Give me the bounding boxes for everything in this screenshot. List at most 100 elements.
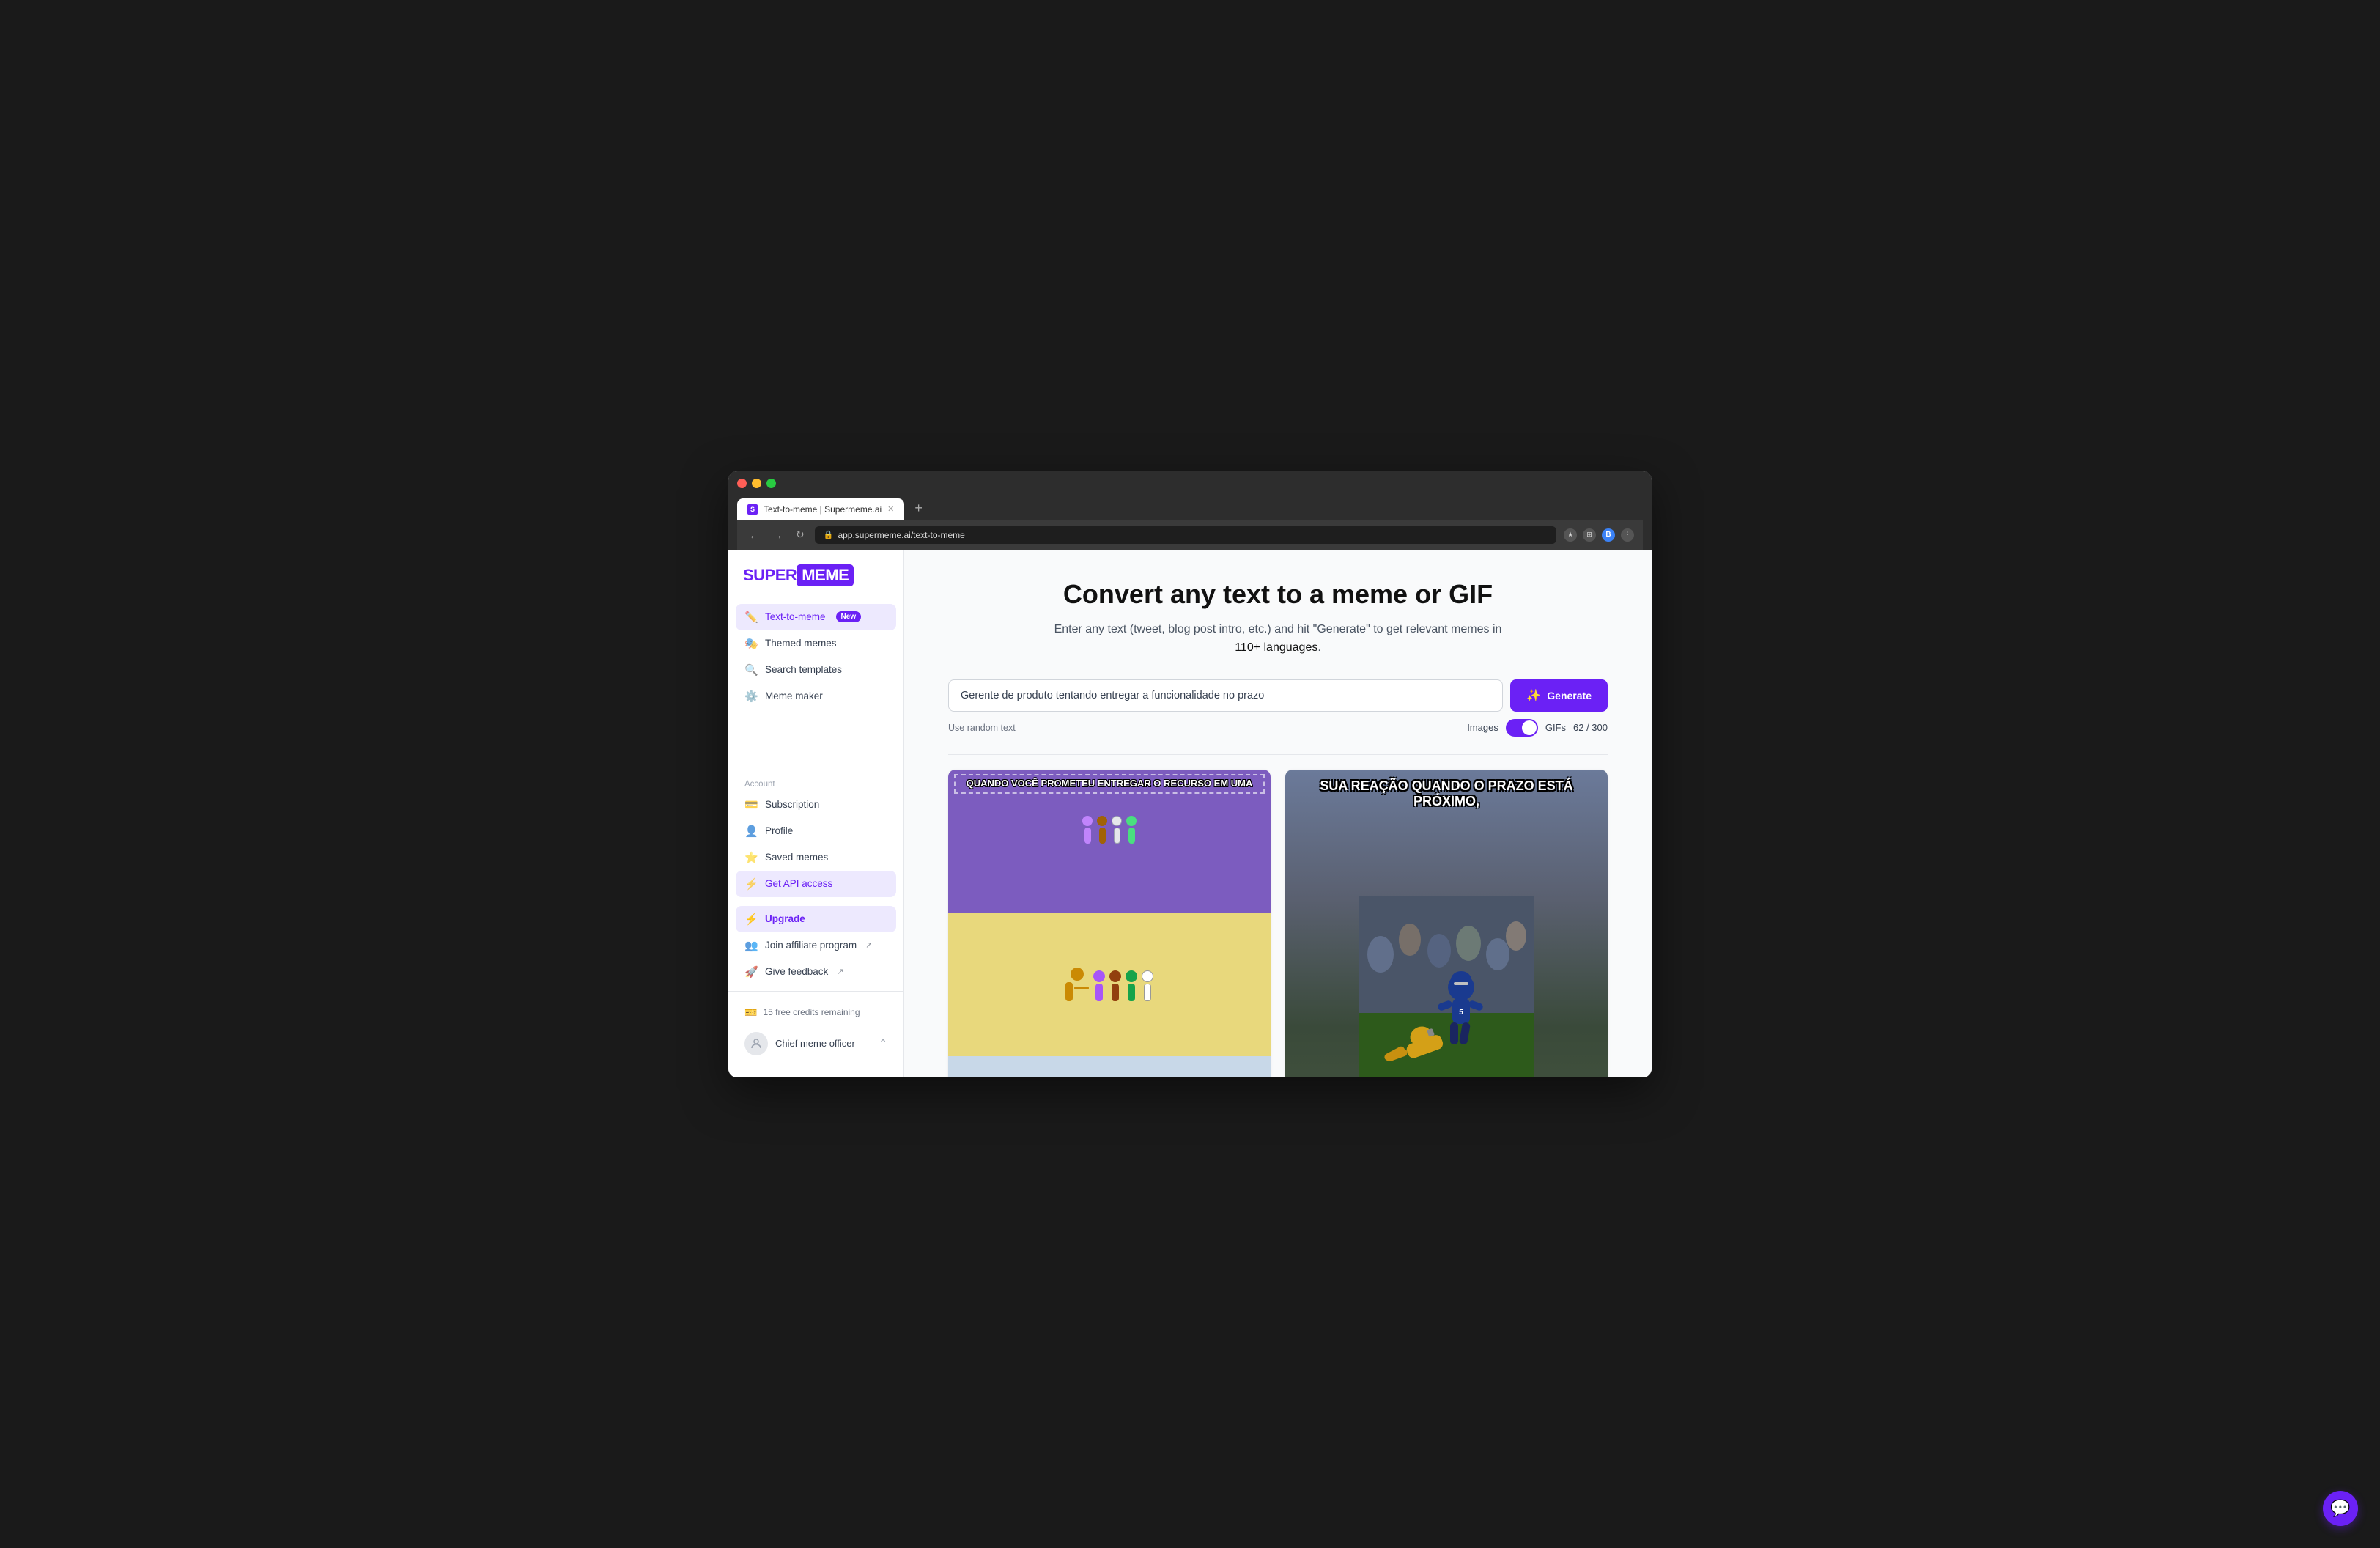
credits-row: 🎫 15 free credits remaining <box>736 1000 896 1025</box>
saved-memes-icon: ⭐ <box>744 851 758 864</box>
sidebar-item-api-access[interactable]: ⚡ Get API access <box>736 871 896 897</box>
tab-close-button[interactable]: ✕ <box>887 504 894 514</box>
account-label: Account <box>736 780 896 789</box>
forward-button[interactable]: → <box>769 528 786 542</box>
figure-yellow-point <box>1065 968 1089 1001</box>
sidebar-item-profile[interactable]: 👤 Profile <box>736 818 896 844</box>
credits-label: 15 free credits remaining <box>763 1007 860 1017</box>
meme-image-1: QUANDO VOCÊ PROMETEU ENTREGAR O RECURSO … <box>948 770 1271 1077</box>
sidebar-item-text-to-meme-label: Text-to-meme <box>765 611 826 622</box>
reload-button[interactable]: ↻ <box>793 527 808 542</box>
credits-count: 62 / 300 <box>1573 722 1608 733</box>
close-traffic-light[interactable] <box>737 479 747 488</box>
give-feedback-icon: 🚀 <box>744 965 758 978</box>
themed-memes-icon: 🎭 <box>744 637 758 650</box>
sidebar-item-themed-memes[interactable]: 🎭 Themed memes <box>736 630 896 657</box>
meme2-top-text: SUA REAÇÃO QUANDO O PRAZO ESTÁ PRÓXIMO, <box>1285 770 1608 814</box>
sidebar-item-upgrade[interactable]: ⚡ Upgrade <box>736 906 896 932</box>
browser-chrome: S Text-to-meme | Supermeme.ai ✕ + ← → ↻ … <box>728 471 1652 550</box>
chat-bubble[interactable]: 💬 <box>2323 1491 2358 1526</box>
figure-white <box>1112 816 1122 844</box>
credits-icon: 🎫 <box>744 1006 757 1019</box>
upgrade-label: Upgrade <box>765 913 805 924</box>
meme-card-1[interactable]: QUANDO VOCÊ PROMETEU ENTREGAR O RECURSO … <box>948 770 1271 1077</box>
sidebar-item-themed-memes-label: Themed memes <box>765 638 837 649</box>
new-tab-button[interactable]: + <box>907 495 930 520</box>
generate-button-label: Generate <box>1547 690 1592 701</box>
extensions-icon[interactable]: ⊞ <box>1583 528 1596 542</box>
traffic-lights <box>737 479 1643 488</box>
subscription-icon: 💳 <box>744 798 758 811</box>
generate-button-icon: ✨ <box>1526 688 1541 703</box>
toggle-knob <box>1522 720 1537 735</box>
toggle-area: Images GIFs 62 / 300 <box>1467 719 1608 737</box>
sidebar-item-subscription-label: Subscription <box>765 799 819 810</box>
sidebar: SUPER MEME ✏️ Text-to-meme New 🎭 Themed … <box>728 550 904 1077</box>
maximize-traffic-light[interactable] <box>766 479 776 488</box>
logo-meme: MEME <box>797 564 854 586</box>
search-templates-icon: 🔍 <box>744 663 758 677</box>
images-gifs-toggle[interactable] <box>1506 719 1538 737</box>
figure-brown2 <box>1109 970 1121 1001</box>
page-title: Convert any text to a meme or GIF <box>948 579 1608 610</box>
figure-purple <box>1082 816 1093 844</box>
figure-green <box>1126 816 1137 844</box>
subtitle-end: . <box>1318 641 1320 654</box>
sidebar-item-api-access-label: Get API access <box>765 878 832 889</box>
external-link-icon: ↗ <box>865 940 872 950</box>
languages-link[interactable]: 110+ languages <box>1235 641 1318 654</box>
back-button[interactable]: ← <box>746 528 762 542</box>
subtitle-text: Enter any text (tweet, blog post intro, … <box>1054 623 1502 635</box>
profile-avatar-icon[interactable]: B <box>1602 528 1615 542</box>
join-affiliate-label: Join affiliate program <box>765 940 857 951</box>
figure-white2 <box>1142 970 1153 1001</box>
options-row: Use random text Images GIFs 62 / 300 <box>948 719 1608 737</box>
meme1-bot-panel: SEMANA E SUA EQUIPE NÃO RESPONDE AS MENS… <box>948 1056 1271 1077</box>
logo: SUPER MEME <box>743 564 889 586</box>
sidebar-item-text-to-meme[interactable]: ✏️ Text-to-meme New <box>736 604 896 630</box>
figure-purple2 <box>1093 970 1105 1001</box>
meme-card-2[interactable]: SUA REAÇÃO QUANDO O PRAZO ESTÁ PRÓXIMO, <box>1285 770 1608 1077</box>
figure-brown <box>1097 816 1107 844</box>
lock-icon: 🔒 <box>824 530 834 539</box>
meme-maker-icon: ⚙️ <box>744 690 758 703</box>
address-bar-row: ← → ↻ 🔒 app.supermeme.ai/text-to-meme ★ … <box>737 520 1643 550</box>
menu-icon[interactable]: ⋮ <box>1621 528 1634 542</box>
tab-favicon: S <box>747 504 758 515</box>
sidebar-bottom: 🎫 15 free credits remaining Chief meme o… <box>728 991 903 1063</box>
football-action-area: 5 <box>1285 814 1608 1077</box>
meme-text-input[interactable] <box>948 679 1503 712</box>
meme-grid: QUANDO VOCÊ PROMETEU ENTREGAR O RECURSO … <box>948 754 1608 1077</box>
sidebar-item-saved-memes[interactable]: ⭐ Saved memes <box>736 844 896 871</box>
sidebar-item-meme-maker[interactable]: ⚙️ Meme maker <box>736 683 896 710</box>
sidebar-item-give-feedback[interactable]: 🚀 Give feedback ↗ <box>736 959 896 985</box>
football-scene-svg: 5 <box>1359 896 1534 1077</box>
sidebar-item-join-affiliate[interactable]: 👥 Join affiliate program ↗ <box>736 932 896 959</box>
sidebar-item-search-templates[interactable]: 🔍 Search templates <box>736 657 896 683</box>
sidebar-item-subscription[interactable]: 💳 Subscription <box>736 792 896 818</box>
active-tab[interactable]: S Text-to-meme | Supermeme.ai ✕ <box>737 498 904 520</box>
address-bar[interactable]: 🔒 app.supermeme.ai/text-to-meme <box>815 526 1556 544</box>
use-random-link[interactable]: Use random text <box>948 723 1016 733</box>
logo-area: SUPER MEME <box>728 564 903 601</box>
minimize-traffic-light[interactable] <box>752 479 761 488</box>
user-chevron-icon: ⌃ <box>879 1037 887 1050</box>
profile-icon: 👤 <box>744 825 758 838</box>
generate-button[interactable]: ✨ Generate <box>1510 679 1608 712</box>
user-row[interactable]: Chief meme officer ⌃ <box>736 1025 896 1063</box>
url-text: app.supermeme.ai/text-to-meme <box>838 530 964 540</box>
football-meme: SUA REAÇÃO QUANDO O PRAZO ESTÁ PRÓXIMO, <box>1285 770 1608 1077</box>
new-badge: New <box>836 611 862 622</box>
bookmark-icon[interactable]: ★ <box>1564 528 1577 542</box>
user-avatar <box>744 1032 768 1055</box>
meme1-mid-figures <box>1065 968 1153 1001</box>
toolbar-icons: ★ ⊞ B ⋮ <box>1564 528 1634 542</box>
give-feedback-label: Give feedback <box>765 966 828 977</box>
account-section: Account 💳 Subscription 👤 Profile ⭐ Saved… <box>728 771 903 900</box>
figure-green2 <box>1126 970 1137 1001</box>
upgrade-section: ⚡ Upgrade 👥 Join affiliate program ↗ 🚀 G… <box>728 900 903 991</box>
browser-window: S Text-to-meme | Supermeme.ai ✕ + ← → ↻ … <box>728 471 1652 1077</box>
meme1-top-figures <box>954 816 1265 844</box>
meme1-panels: QUANDO VOCÊ PROMETEU ENTREGAR O RECURSO … <box>948 770 1271 1077</box>
upgrade-icon: ⚡ <box>744 913 758 926</box>
